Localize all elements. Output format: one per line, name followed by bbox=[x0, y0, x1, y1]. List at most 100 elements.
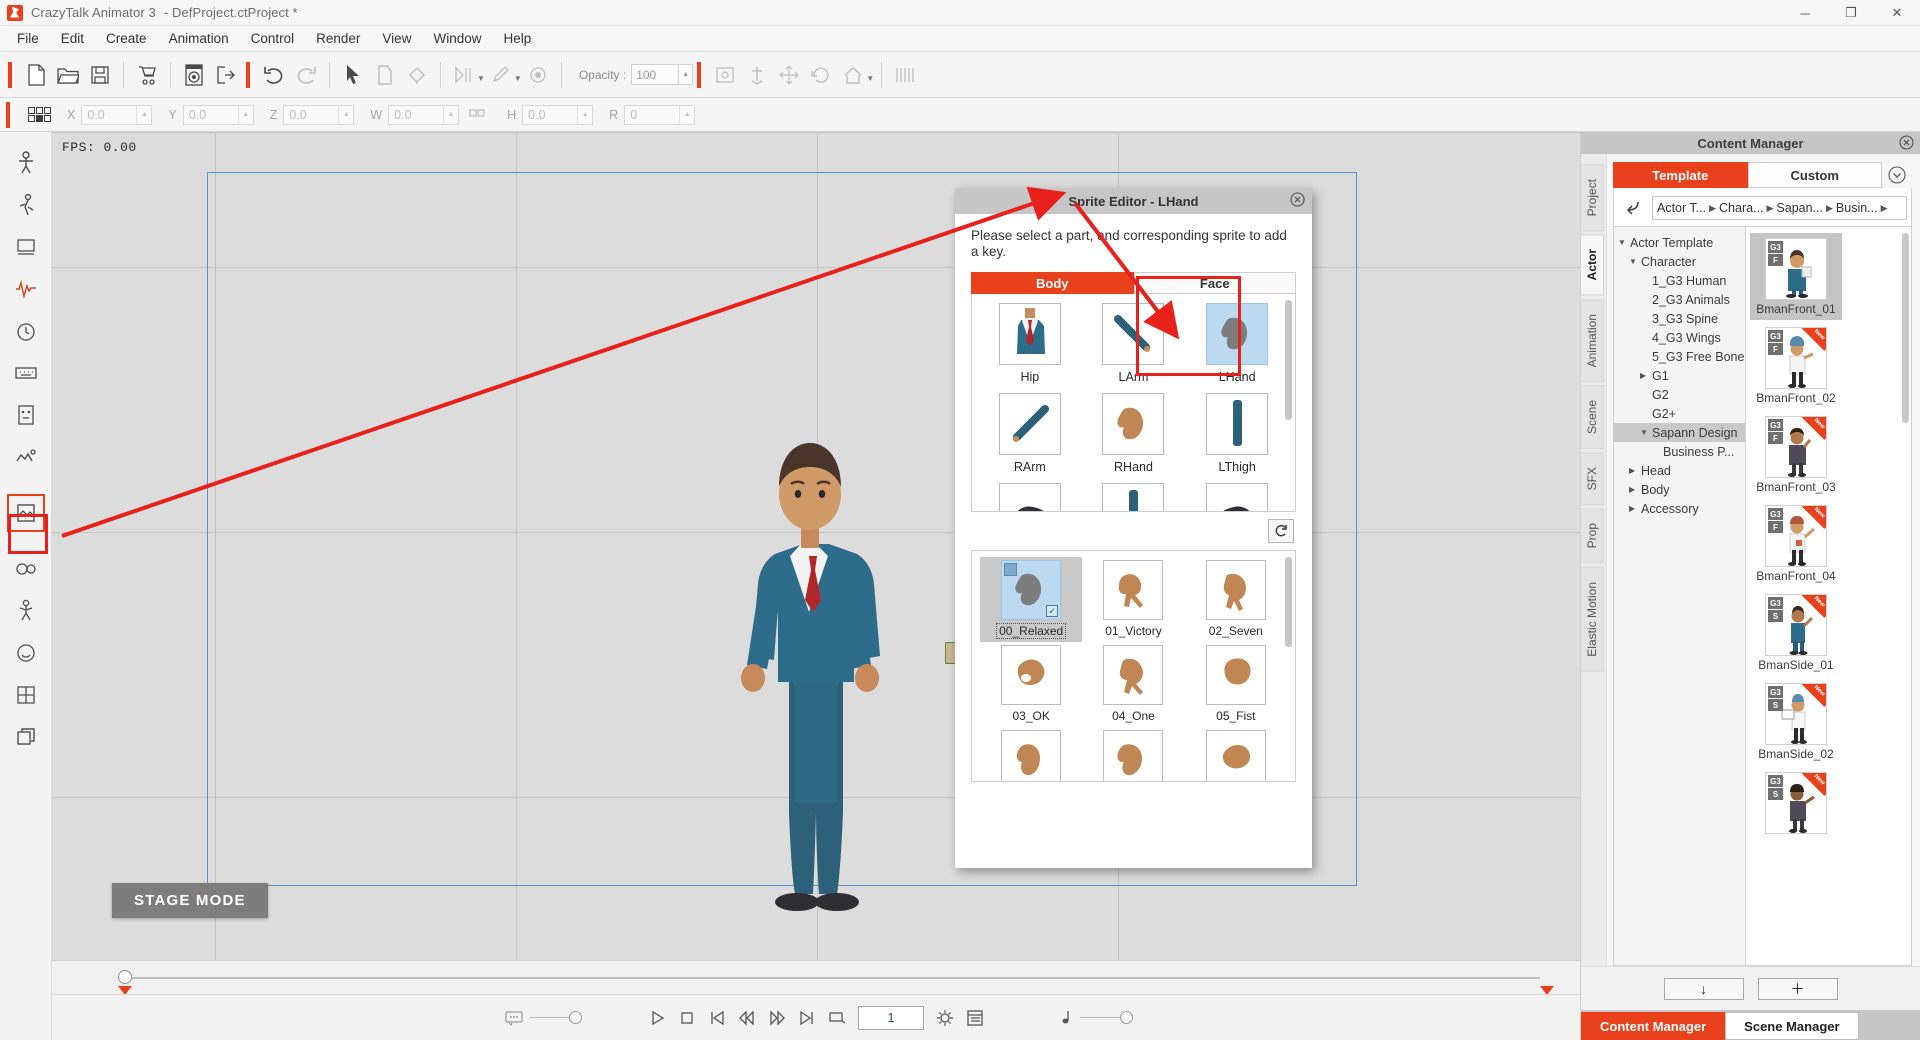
dock-vtab-elastic-motion[interactable]: Elastic Motion bbox=[1581, 566, 1604, 672]
sprite-part-cell[interactable] bbox=[1084, 480, 1184, 511]
slider-track[interactable] bbox=[529, 1017, 569, 1018]
timeline-playhead-knob[interactable] bbox=[118, 970, 132, 984]
breadcrumb[interactable]: Actor T... ▶ Chara... ▶ Sapan... ▶ Busin... ▶ bbox=[1652, 196, 1907, 220]
home-view-button[interactable] bbox=[837, 59, 869, 91]
timeline-scrub-bar[interactable] bbox=[52, 960, 1580, 995]
part-thumbnail-rhand[interactable] bbox=[1102, 393, 1165, 455]
tool-sprite-editor-icon[interactable] bbox=[6, 494, 45, 532]
sprite-cell[interactable] bbox=[980, 727, 1082, 781]
play-button[interactable] bbox=[642, 1003, 672, 1033]
transform-stepper-w[interactable]: ▲ bbox=[388, 104, 460, 125]
anchor-button[interactable] bbox=[741, 59, 773, 91]
current-frame-field[interactable]: 1 bbox=[858, 1005, 924, 1030]
timeline-tracks-button[interactable] bbox=[889, 59, 921, 91]
next-frame-button[interactable] bbox=[762, 1003, 792, 1033]
opacity-stepper[interactable]: ▲ bbox=[631, 64, 694, 85]
sprite-cell[interactable]: ✓ 00_Relaxed bbox=[980, 557, 1083, 642]
tool-motion-icon[interactable] bbox=[7, 186, 45, 224]
visibility-eye-button[interactable] bbox=[522, 59, 554, 91]
sprite-thumbnail[interactable] bbox=[1205, 730, 1266, 781]
twisty-collapsed-icon[interactable]: ▶ bbox=[1629, 466, 1641, 475]
tool-stack-icon[interactable] bbox=[7, 718, 45, 756]
transform-stepper-r[interactable]: ▲ bbox=[624, 104, 696, 125]
sprite-cell[interactable]: 03_OK bbox=[980, 642, 1082, 727]
character-actor[interactable] bbox=[701, 432, 931, 912]
tree-node-4-g3-wings[interactable]: 4_G3 Wings bbox=[1614, 328, 1745, 347]
sprite-cell[interactable]: 05_Fist bbox=[1185, 642, 1287, 727]
sprite-cell[interactable]: 01_Victory bbox=[1082, 557, 1184, 642]
sprite-cell[interactable]: 02_Seven bbox=[1185, 557, 1287, 642]
slider-knob[interactable] bbox=[1120, 1011, 1133, 1024]
tree-node-body[interactable]: ▶ Body bbox=[1614, 480, 1745, 499]
maximize-button[interactable]: ❐ bbox=[1828, 0, 1874, 26]
twisty-collapsed-icon[interactable]: ▶ bbox=[1629, 504, 1641, 513]
slider-knob[interactable] bbox=[569, 1011, 582, 1024]
sprite-thumbnail[interactable] bbox=[1103, 730, 1164, 781]
go-to-end-button[interactable] bbox=[792, 1003, 822, 1033]
timeline-track[interactable] bbox=[124, 977, 1540, 979]
transform-stepper-h[interactable]: ▲ bbox=[522, 104, 594, 125]
tree-node-sapann-design[interactable]: ▼ Sapann Design bbox=[1614, 423, 1745, 442]
menu-item-help[interactable]: Help bbox=[492, 28, 542, 49]
content-thumbnail[interactable]: G3 S New BmanSide_01 bbox=[1750, 589, 1842, 676]
paint-bucket-button[interactable] bbox=[401, 59, 433, 91]
sprite-thumbnail[interactable] bbox=[1001, 730, 1062, 781]
tool-keyboard-icon[interactable] bbox=[7, 354, 45, 392]
sprites-pane[interactable]: ✓ 00_Relaxed 01_Victory 02_Seven 03_OK 04_One… bbox=[971, 550, 1296, 782]
tree-node-head[interactable]: ▶ Head bbox=[1614, 461, 1745, 480]
twisty-collapsed-icon[interactable]: ▶ bbox=[1629, 485, 1641, 494]
tool-timer-icon[interactable] bbox=[7, 312, 45, 350]
sprites-scrollbar[interactable] bbox=[1285, 557, 1292, 647]
move-tool-button[interactable] bbox=[773, 59, 805, 91]
part-tab-face[interactable]: Face bbox=[1133, 272, 1296, 294]
breadcrumb-item[interactable]: Busin... bbox=[1836, 201, 1878, 215]
transform-input-z[interactable] bbox=[284, 105, 339, 124]
sprite-part-cell[interactable]: RHand bbox=[1084, 390, 1184, 480]
twisty-expanded-icon[interactable]: ▼ bbox=[1618, 238, 1630, 247]
content-thumbnail[interactable]: G3 S New BmanSide_02 bbox=[1750, 678, 1842, 765]
sprite-part-cell[interactable]: LArm bbox=[1084, 300, 1184, 390]
stepper-arrows[interactable]: ▲ bbox=[237, 105, 253, 124]
preview-render-button[interactable] bbox=[178, 59, 210, 91]
edit-sprite-button[interactable] bbox=[485, 59, 517, 91]
stage-canvas[interactable]: FPS: 0.00 STAGE MODE bbox=[52, 132, 1580, 994]
menu-item-render[interactable]: Render bbox=[305, 28, 371, 49]
parts-pane[interactable]: Hip LArm LHand RArm RHand LThigh bbox=[971, 294, 1296, 512]
sprite-part-cell[interactable] bbox=[980, 480, 1080, 511]
content-thumbnail[interactable]: G3 F New BmanFront_02 bbox=[1750, 322, 1842, 409]
tree-node-character[interactable]: ▼ Character bbox=[1614, 252, 1745, 271]
pivot-grid-icon[interactable] bbox=[28, 107, 51, 122]
transform-stepper-z[interactable]: ▲ bbox=[283, 104, 355, 125]
menu-item-view[interactable]: View bbox=[371, 28, 422, 49]
content-thumbnail[interactable]: G3 S New bbox=[1750, 767, 1842, 840]
cm-tab-custom[interactable]: Custom bbox=[1747, 162, 1882, 188]
transform-input-y[interactable] bbox=[183, 105, 238, 124]
flip-horizontal-button[interactable] bbox=[448, 59, 480, 91]
dock-vtab-prop[interactable]: Prop bbox=[1581, 508, 1604, 564]
menu-item-animation[interactable]: Animation bbox=[158, 28, 240, 49]
thumbnail-grid-pane[interactable]: G3 F BmanFront_01 G3 F New BmanFront_02 G3 F New B… bbox=[1746, 227, 1911, 965]
tree-node-g2-[interactable]: G2+ bbox=[1614, 404, 1745, 423]
tree-node-g2[interactable]: G2 bbox=[1614, 385, 1745, 404]
twisty-expanded-icon[interactable]: ▼ bbox=[1640, 428, 1652, 437]
stepper-arrows[interactable]: ▲ bbox=[678, 65, 692, 84]
tool-body-puppet-icon[interactable] bbox=[7, 144, 45, 182]
tool-mesh-icon[interactable] bbox=[7, 676, 45, 714]
content-thumbnail[interactable]: G3 F New BmanFront_04 bbox=[1750, 500, 1842, 587]
slider-track[interactable] bbox=[1080, 1017, 1120, 1018]
stage-viewport[interactable]: FPS: 0.00 STAGE MODE 1 bbox=[52, 132, 1580, 1040]
menu-item-create[interactable]: Create bbox=[95, 28, 158, 49]
tree-node-3-g3-spine[interactable]: 3_G3 Spine bbox=[1614, 309, 1745, 328]
sprite-thumbnail[interactable]: ✓ bbox=[1001, 560, 1062, 620]
tree-node-1-g3-human[interactable]: 1_G3 Human bbox=[1614, 271, 1745, 290]
dock-vtab-scene[interactable]: Scene bbox=[1581, 385, 1604, 450]
sprite-part-cell[interactable] bbox=[1187, 480, 1287, 511]
tool-sprite-icon[interactable] bbox=[7, 438, 45, 476]
back-arrow-icon[interactable] bbox=[1618, 199, 1644, 218]
transform-input-x[interactable] bbox=[82, 105, 137, 124]
opacity-input[interactable] bbox=[632, 65, 679, 84]
expand-chevron-icon[interactable] bbox=[1882, 166, 1912, 184]
tool-layer-icon[interactable] bbox=[7, 228, 45, 266]
sprite-part-cell[interactable]: RArm bbox=[980, 390, 1080, 480]
transform-tool-button[interactable] bbox=[369, 59, 401, 91]
